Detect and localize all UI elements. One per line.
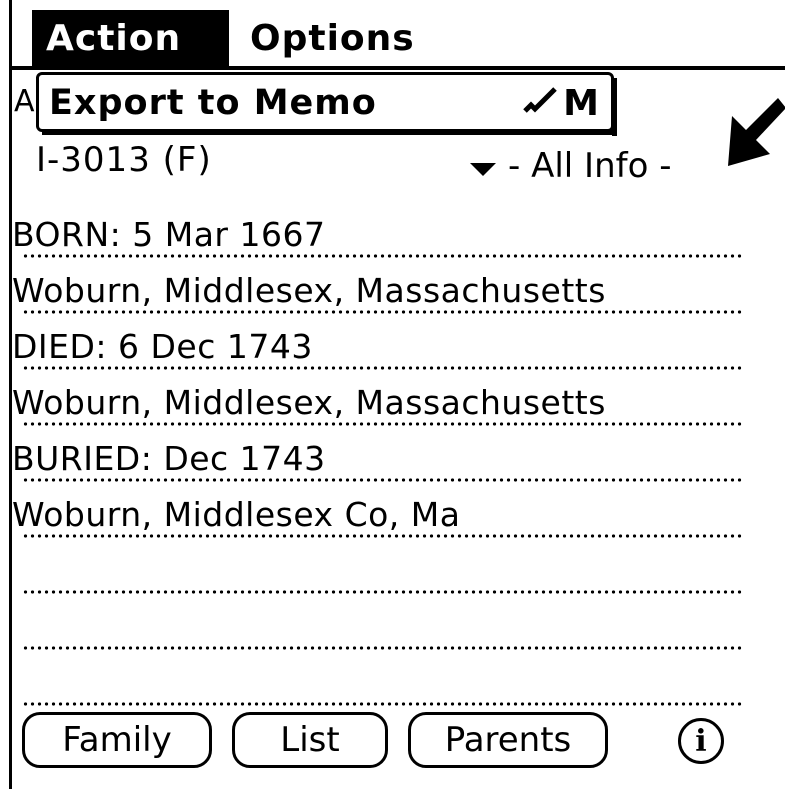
palm-screen: Action Options A Export to Memo M I-3013… xyxy=(0,0,785,789)
info-line[interactable] xyxy=(12,650,742,706)
info-line[interactable]: BURIED: Dec 1743 xyxy=(12,426,742,482)
view-select-value: - All Info - xyxy=(508,146,672,186)
command-stroke-icon xyxy=(523,83,557,124)
menu-item-label: Export to Memo xyxy=(49,83,377,123)
view-select-trigger[interactable]: - All Info - xyxy=(470,144,671,188)
menu-options[interactable]: Options xyxy=(236,10,456,66)
info-line[interactable] xyxy=(12,538,742,594)
family-button[interactable]: Family xyxy=(22,712,212,768)
record-id: I-3013 (F) xyxy=(36,140,212,180)
info-line[interactable]: Woburn, Middlesex, Massachusetts xyxy=(12,370,742,426)
hidden-title-fragment: A xyxy=(14,84,35,119)
menu-item-export-to-memo[interactable]: Export to Memo M xyxy=(49,81,609,125)
info-line[interactable]: DIED: 6 Dec 1743 xyxy=(12,314,742,370)
menu-action[interactable]: Action xyxy=(32,10,229,66)
menubar-divider xyxy=(9,66,785,70)
action-dropdown-menu: Export to Memo M xyxy=(36,72,614,132)
info-line[interactable]: Woburn, Middlesex, Massachusetts xyxy=(12,258,742,314)
info-line[interactable] xyxy=(12,594,742,650)
list-button[interactable]: List xyxy=(232,712,388,768)
info-line[interactable]: Woburn, Middlesex Co, Ma xyxy=(12,482,742,538)
info-line[interactable]: BORN: 5 Mar 1667 xyxy=(12,202,742,258)
dotted-rule xyxy=(22,702,742,706)
menu-item-shortcut: M xyxy=(523,81,599,125)
pointer-arrow-icon xyxy=(724,96,785,176)
shortcut-letter: M xyxy=(563,82,599,124)
parents-button[interactable]: Parents xyxy=(408,712,608,768)
dropdown-triangle-icon xyxy=(470,162,496,176)
info-icon[interactable]: i xyxy=(678,718,724,764)
info-lines: BORN: 5 Mar 1667 Woburn, Middlesex, Mass… xyxy=(12,202,742,706)
